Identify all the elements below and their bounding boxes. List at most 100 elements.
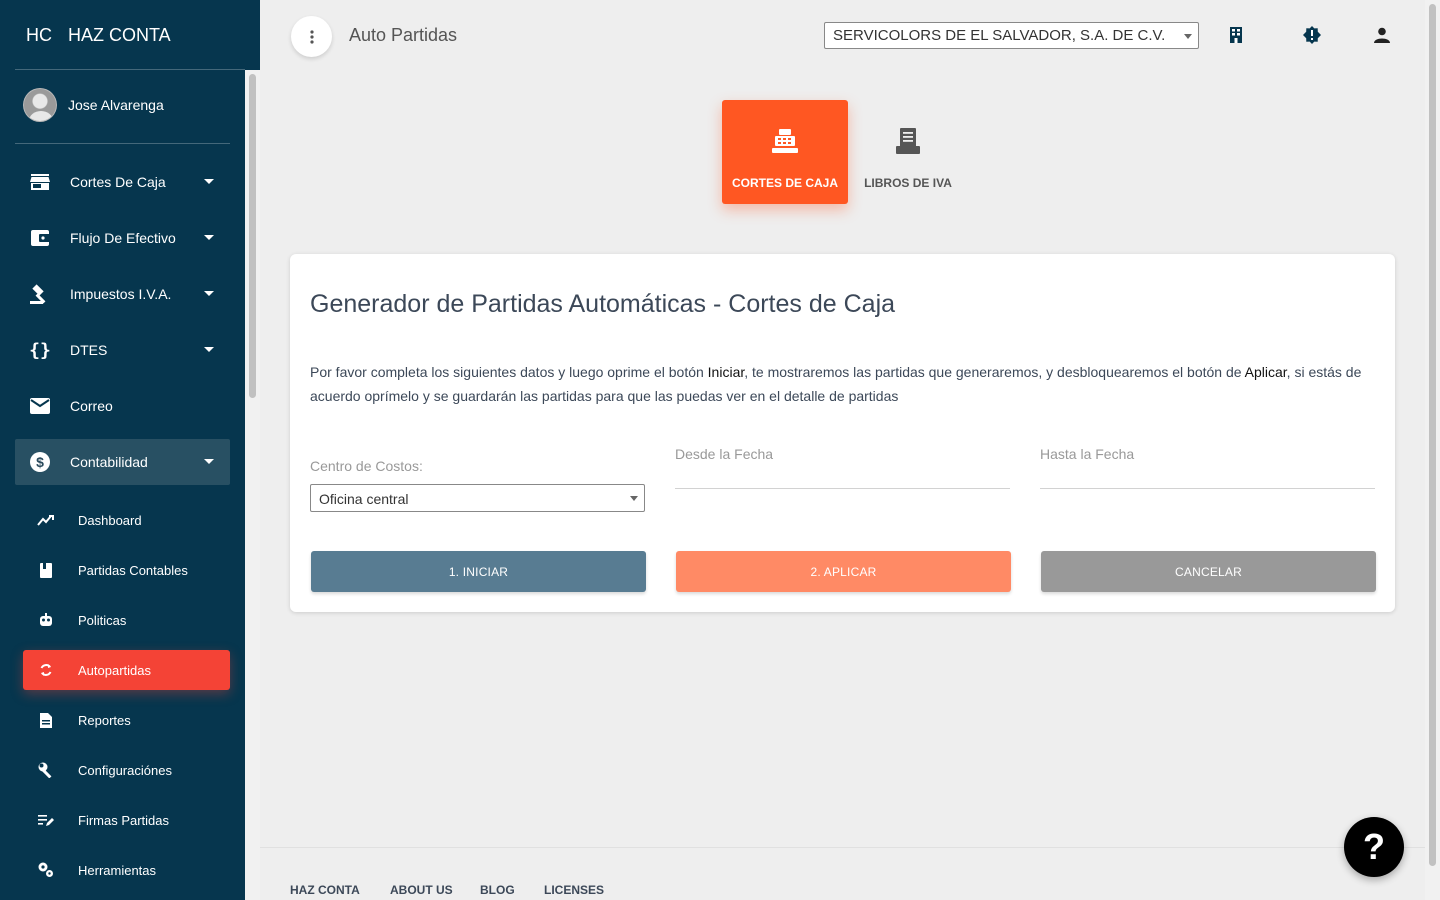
sidebar-item-flujo-de-efectivo[interactable]: Flujo De Efectivo: [15, 215, 230, 261]
brand[interactable]: HC HAZ CONTA: [0, 0, 260, 70]
receipt-icon: [896, 126, 920, 156]
divider: [15, 143, 230, 144]
sync-icon: [37, 661, 55, 679]
sidebar-item-label: Flujo De Efectivo: [70, 230, 176, 246]
sidebar-subitem-herramientas[interactable]: Herramientas: [23, 850, 230, 890]
alert-icon-button[interactable]: [1303, 26, 1321, 44]
person-icon: [1374, 27, 1390, 43]
company-select[interactable]: SERVICOLORS DE EL SALVADOR, S.A. DE C.V.: [824, 22, 1199, 49]
tab-label: LIBROS DE IVA: [864, 176, 952, 190]
to-date-label: Hasta la Fecha: [1040, 446, 1135, 462]
sidebar-item-correo[interactable]: Correo: [15, 383, 230, 429]
sidebar-item-label: Cortes De Caja: [70, 174, 166, 190]
more-menu-button[interactable]: [291, 16, 332, 57]
sidebar-item-label: Impuestos I.V.A.: [70, 286, 172, 302]
cost-center-value: Oficina central: [319, 491, 409, 507]
edit-list-icon: [37, 811, 55, 829]
apply-button[interactable]: 2. APLICAR: [676, 551, 1011, 592]
robot-icon: [37, 611, 55, 629]
cost-center-select[interactable]: Oficina central: [310, 484, 645, 512]
brand-mini: HC: [26, 24, 52, 45]
tab-cortes-de-caja[interactable]: CORTES DE CAJA: [722, 100, 848, 204]
sidebar-subitem-label: Dashboard: [78, 512, 142, 528]
autopartidas-card: Generador de Partidas Automáticas - Cort…: [290, 254, 1395, 612]
cancel-button[interactable]: CANCELAR: [1041, 551, 1376, 592]
sidebar-subitem-label: Autopartidas: [78, 662, 151, 678]
sidebar-subitem-label: Configuraciónes: [78, 762, 172, 778]
sidebar-subitem-label: Herramientas: [78, 862, 157, 878]
sidebar-item-label: DTES: [70, 342, 108, 358]
scrollbar-thumb[interactable]: [249, 74, 256, 398]
mail-icon: [29, 395, 51, 417]
sidebar-subitem-politicas[interactable]: Politicas: [23, 600, 230, 640]
document-icon: [37, 711, 55, 729]
from-date-input[interactable]: [675, 488, 1010, 489]
footer-link-about-us[interactable]: ABOUT US: [390, 883, 453, 897]
store-icon: [29, 171, 51, 193]
gavel-icon: [29, 283, 51, 305]
sidebar-subitem-partidas-contables[interactable]: Partidas Contables: [23, 550, 230, 590]
tab-label: CORTES DE CAJA: [731, 176, 838, 190]
desc-text: Por favor completa los siguientes datos …: [310, 364, 708, 380]
footer-link-haz-conta[interactable]: HAZ CONTA: [290, 883, 360, 897]
chevron-down-icon: [630, 496, 638, 501]
company-select-value: SERVICOLORS DE EL SALVADOR, S.A. DE C.V.: [833, 27, 1166, 44]
footer-divider: [260, 847, 1425, 848]
sidebar-item-impuestos-iva[interactable]: Impuestos I.V.A.: [15, 271, 230, 317]
dollar-circle-icon: $: [29, 451, 51, 473]
sidebar-item-dtes[interactable]: {} DTES: [15, 327, 230, 373]
alert-badge-icon: [1303, 26, 1321, 44]
divider: [15, 69, 245, 70]
brand-name: HAZ CONTA: [68, 24, 171, 45]
more-vert-icon: [309, 29, 314, 44]
trending-icon: [37, 511, 55, 529]
user-name: Jose Alvarenga: [68, 97, 164, 113]
svg-text:$: $: [36, 454, 44, 470]
sidebar-item-cortes-de-caja[interactable]: Cortes De Caja: [15, 159, 230, 205]
footer-link-blog[interactable]: BLOG: [480, 883, 515, 897]
sidebar-subitem-reportes[interactable]: Reportes: [23, 700, 230, 740]
sidebar-scrollbar[interactable]: [245, 70, 260, 900]
chevron-down-icon: [204, 235, 214, 240]
avatar: [23, 88, 57, 122]
desc-bold-iniciar: Iniciar: [707, 364, 745, 380]
building-icon: [1230, 27, 1242, 43]
chevron-down-icon: [1184, 34, 1192, 39]
user-profile[interactable]: Jose Alvarenga: [23, 88, 164, 122]
sidebar-subitem-label: Firmas Partidas: [78, 812, 170, 828]
sidebar-subitem-dashboard[interactable]: Dashboard: [23, 500, 230, 540]
profile-button[interactable]: [1373, 26, 1391, 44]
sidebar-subitem-firmas-partidas[interactable]: Firmas Partidas: [23, 800, 230, 840]
sidebar: HC HAZ CONTA Jose Alvarenga Cortes De Ca…: [0, 0, 260, 900]
to-date-input[interactable]: [1040, 488, 1375, 489]
sidebar-item-label: Correo: [70, 398, 113, 414]
chevron-down-icon: [204, 459, 214, 464]
sidebar-subitem-autopartidas[interactable]: Autopartidas: [23, 650, 230, 690]
chevron-down-icon: [204, 179, 214, 184]
main-scrollbar[interactable]: [1425, 0, 1440, 900]
from-date-label: Desde la Fecha: [675, 446, 774, 462]
card-title: Generador de Partidas Automáticas - Cort…: [310, 290, 896, 318]
building-icon-button[interactable]: [1227, 26, 1245, 44]
card-description: Por favor completa los siguientes datos …: [310, 360, 1370, 408]
desc-bold-aplicar: Aplicar: [1244, 364, 1287, 380]
sidebar-subitem-label: Partidas Contables: [78, 562, 188, 578]
desc-text: , te mostraremos las partidas que genera…: [744, 364, 1245, 380]
sidebar-subitem-label: Reportes: [78, 712, 131, 728]
braces-icon: {}: [29, 339, 51, 361]
cost-center-label: Centro de Costos:: [310, 458, 423, 474]
sidebar-subitem-configuraciones[interactable]: Configuraciónes: [23, 750, 230, 790]
sidebar-subitem-label: Politicas: [78, 612, 127, 628]
scrollbar-thumb[interactable]: [1429, 4, 1436, 866]
wrench-icon: [37, 761, 55, 779]
footer-link-licenses[interactable]: LICENSES: [544, 883, 604, 897]
start-button[interactable]: 1. INICIAR: [311, 551, 646, 592]
page-title: Auto Partidas: [349, 25, 458, 45]
sidebar-item-contabilidad[interactable]: $ Contabilidad: [15, 439, 230, 485]
chevron-down-icon: [204, 291, 214, 296]
book-icon: [37, 561, 55, 579]
tab-libros-de-iva[interactable]: LIBROS DE IVA: [845, 100, 971, 204]
chevron-down-icon: [204, 347, 214, 352]
gears-icon: [37, 861, 55, 879]
help-button[interactable]: ?: [1344, 817, 1404, 877]
